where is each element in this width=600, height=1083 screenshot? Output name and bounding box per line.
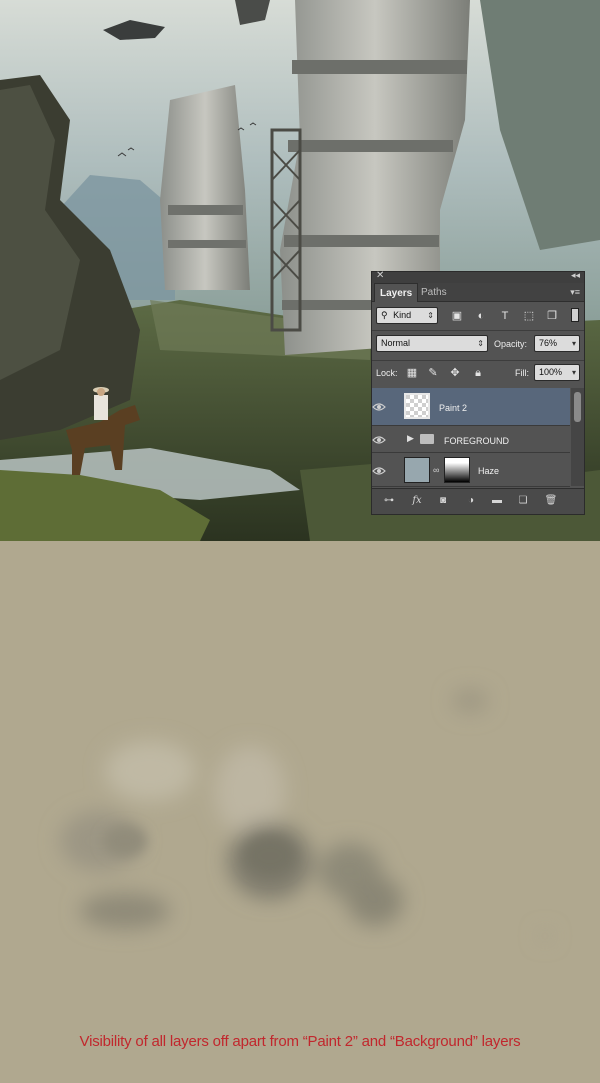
filter-kind-label: Kind bbox=[393, 310, 412, 320]
blend-mode-value: Normal bbox=[381, 338, 411, 348]
shape-filter-icon[interactable]: ⬚ bbox=[522, 309, 536, 323]
panel-tabs: Layers Paths ▾≡ bbox=[372, 283, 584, 302]
chevron-updown-icon: ⇕ bbox=[427, 311, 434, 320]
chevron-down-icon[interactable]: ▾ bbox=[572, 336, 576, 351]
layer-name: Haze bbox=[478, 466, 500, 476]
eye-icon[interactable] bbox=[372, 435, 386, 445]
trash-icon[interactable]: 🗑︎ bbox=[544, 494, 558, 508]
lock-position-icon[interactable]: ✥ bbox=[448, 366, 462, 380]
layer-row-haze[interactable]: ∞ Haze bbox=[372, 454, 570, 487]
opacity-field[interactable]: 76% ▾ bbox=[534, 335, 580, 352]
tab-paths[interactable]: Paths bbox=[416, 283, 452, 302]
panel-bottom-bar: ⊶ fx ◙ ◑ ▬ ❏ 🗑︎ bbox=[372, 488, 584, 514]
paint-strokes bbox=[60, 689, 551, 941]
lock-all-icon[interactable]: 🔒︎ bbox=[471, 366, 485, 380]
fill-value: 100% bbox=[539, 367, 563, 377]
blend-mode-select[interactable]: Normal ⇕ bbox=[376, 335, 488, 352]
opacity-label: Opacity: bbox=[494, 339, 528, 349]
mask-icon[interactable]: ◙ bbox=[436, 494, 450, 508]
new-layer-icon[interactable]: ❏ bbox=[516, 494, 530, 508]
folder-icon[interactable]: ▬ bbox=[490, 494, 504, 508]
filter-toggle[interactable] bbox=[571, 308, 579, 322]
caption-text: Visibility of all layers off apart from … bbox=[79, 1033, 521, 1050]
filter-row: ⚲ Kind ⇕ ▣ ◐ T ⬚ ❐ bbox=[372, 303, 584, 327]
eye-icon[interactable] bbox=[372, 402, 386, 412]
image-filter-icon[interactable]: ▣ bbox=[450, 309, 464, 323]
tab-layers[interactable]: Layers bbox=[374, 283, 419, 302]
layer-thumbnail bbox=[404, 457, 430, 483]
fill-label: Fill: bbox=[515, 368, 529, 378]
adjustment-filter-icon[interactable]: ◐ bbox=[474, 309, 488, 323]
fx-icon[interactable]: fx bbox=[410, 494, 424, 508]
scrollbar-thumb[interactable] bbox=[574, 392, 581, 422]
layer-row-paint-2[interactable]: Paint 2 bbox=[372, 388, 570, 426]
search-icon: ⚲ bbox=[381, 310, 388, 320]
close-icon[interactable]: ✕ bbox=[376, 270, 384, 281]
layer-row-foreground[interactable]: ▶ FOREGROUND bbox=[372, 427, 570, 453]
chevron-down-icon[interactable]: ▾ bbox=[572, 365, 576, 380]
panel-menu-icon[interactable]: ▾≡ bbox=[570, 287, 580, 298]
lock-row: Lock: ▦ ✎ ✥ 🔒︎ Fill: 100% ▾ bbox=[372, 360, 584, 384]
layers-panel: ✕ ◂◂ Layers Paths ▾≡ ⚲ Kind ⇕ ▣ ◐ T ⬚ ❐ … bbox=[371, 270, 585, 515]
blend-row: Normal ⇕ Opacity: 76% ▾ bbox=[372, 330, 584, 354]
layer-name: FOREGROUND bbox=[444, 436, 509, 446]
paint-layer-preview: Visibility of all layers off apart from … bbox=[0, 541, 600, 1083]
panel-title-bar: ✕ ◂◂ bbox=[372, 270, 584, 283]
adjustment-icon[interactable]: ◑ bbox=[464, 494, 478, 508]
chevron-updown-icon: ⇕ bbox=[477, 339, 484, 348]
layers-scrollbar[interactable] bbox=[571, 388, 584, 486]
scene-image: ✕ ◂◂ Layers Paths ▾≡ ⚲ Kind ⇕ ▣ ◐ T ⬚ ❐ … bbox=[0, 0, 600, 541]
layer-name: Paint 2 bbox=[439, 403, 468, 413]
filter-kind-select[interactable]: ⚲ Kind ⇕ bbox=[376, 307, 438, 324]
lock-image-icon[interactable]: ✎ bbox=[426, 366, 440, 380]
expand-triangle-icon[interactable]: ▶ bbox=[407, 433, 414, 444]
lock-label: Lock: bbox=[376, 368, 398, 378]
smart-object-filter-icon[interactable]: ❐ bbox=[545, 309, 559, 323]
fill-field[interactable]: 100% ▾ bbox=[534, 364, 580, 381]
chain-link-icon[interactable]: ∞ bbox=[433, 465, 439, 475]
eye-icon[interactable] bbox=[372, 466, 386, 476]
type-filter-icon[interactable]: T bbox=[498, 309, 512, 323]
collapse-icon[interactable]: ◂◂ bbox=[571, 270, 580, 281]
layer-thumbnail bbox=[404, 393, 430, 419]
opacity-value: 76% bbox=[539, 338, 558, 348]
folder-icon bbox=[420, 434, 434, 444]
mask-thumbnail[interactable] bbox=[444, 457, 470, 483]
link-icon[interactable]: ⊶ bbox=[382, 494, 396, 508]
lock-transparent-icon[interactable]: ▦ bbox=[405, 366, 419, 380]
